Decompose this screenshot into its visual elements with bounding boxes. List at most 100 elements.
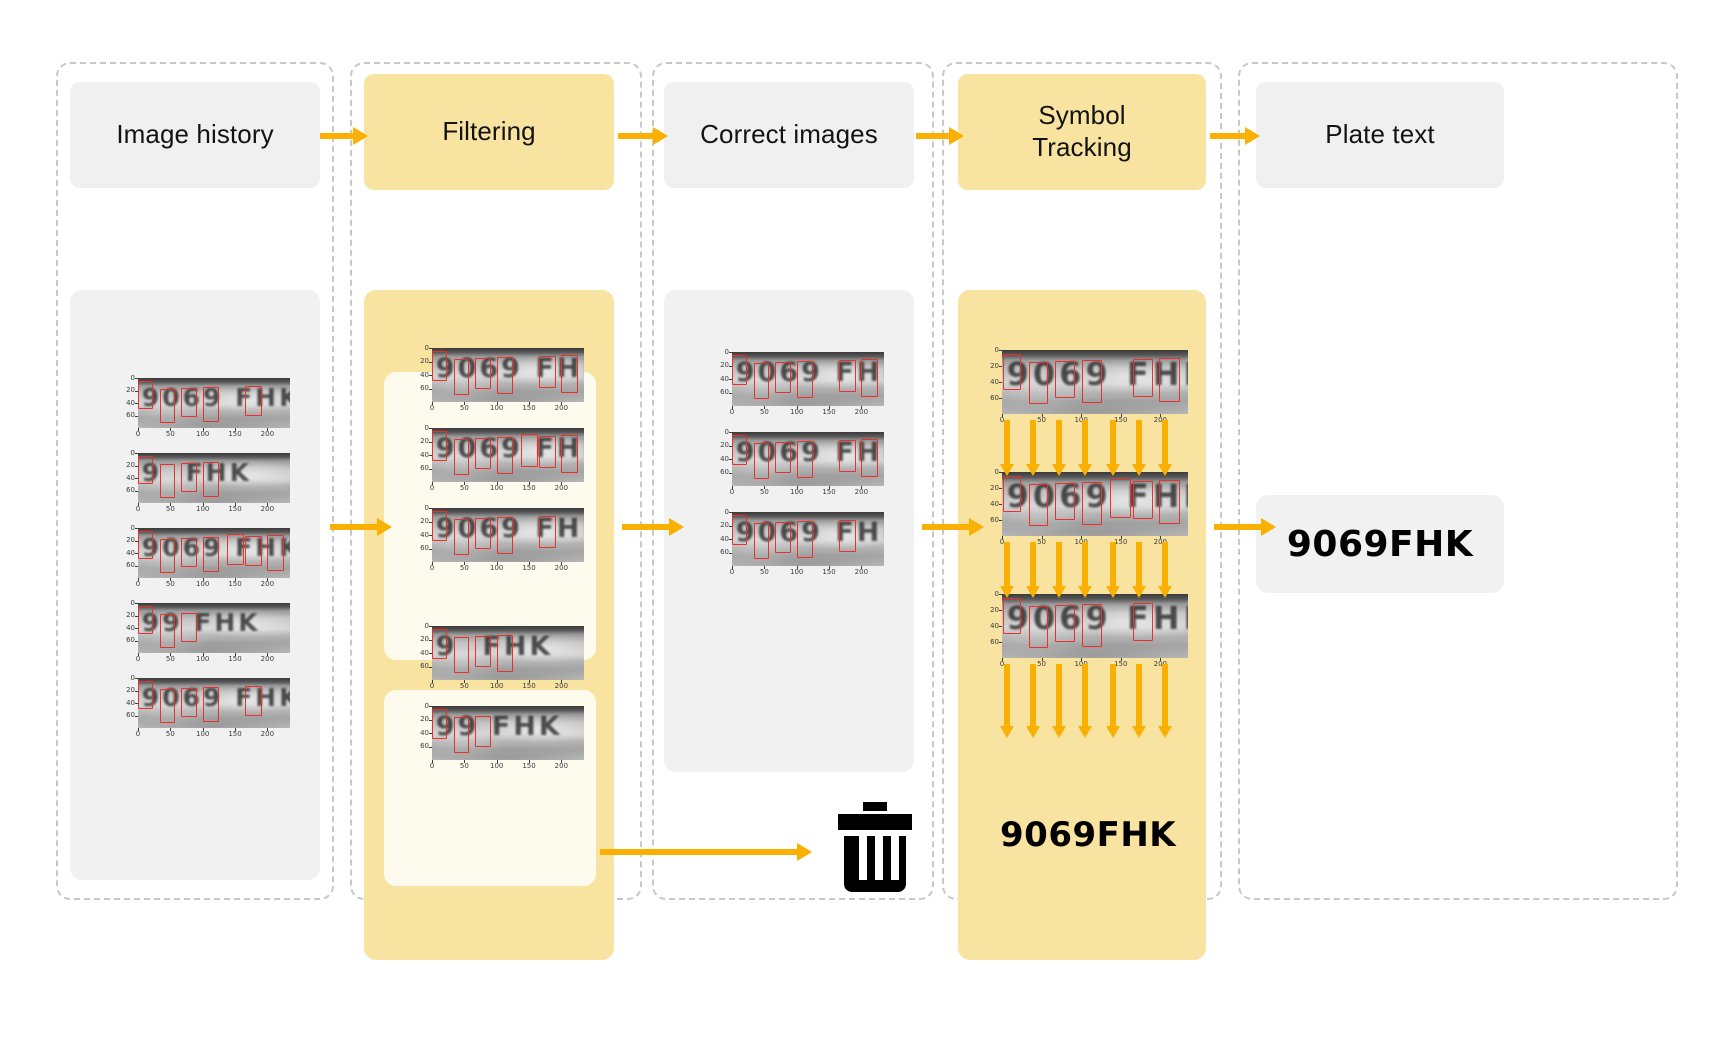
plate-image: 99 FHK [432,706,584,760]
x-tick [561,760,563,763]
arrow-shaft [1110,542,1116,587]
y-tick [429,508,432,509]
arrow-head [1052,464,1066,476]
y-tick [729,472,732,474]
x-tick-label: 200 [854,568,869,576]
plate-image: 9069 FHK [432,348,584,402]
symbol-track-arrow-1-5 [1106,420,1120,476]
y-tick-label: 40 [126,473,135,482]
x-tick [1081,658,1083,661]
plate-image: 9069 FHK [1002,472,1188,536]
arrow-head [1000,726,1014,738]
symbol-track-arrow-3-4 [1078,664,1092,738]
arrow-head [1026,586,1040,598]
y-tick [429,468,432,470]
y-tick-label: 60 [420,464,429,472]
connector-rejected-to-trash [600,843,818,861]
stage-header-symbol-tracking[interactable]: Symbol Tracking [958,74,1206,190]
x-tick-label: 200 [854,408,869,416]
x-tick [764,566,766,569]
y-tick [729,512,732,513]
plate-image: 9069 FHK [1002,594,1188,658]
symbol-track-arrow-1-3 [1052,420,1066,476]
arrow-head [1078,586,1092,598]
plate-image: 9069 FHK [732,432,884,486]
y-tick [999,504,1002,505]
arrow-shaft [1110,664,1116,727]
y-tick [729,392,732,394]
x-axis: 0 50 100 150 200 [135,428,290,442]
x-tick-label: 150 [522,762,536,770]
x-tick [1160,536,1162,539]
x-tick [138,653,139,656]
x-tick-label: 200 [554,682,569,690]
y-tick-label: 40 [420,530,429,539]
x-tick-label: 0 [135,730,141,738]
arrow-head [1026,726,1040,738]
plate-text-result: 9069FHK [1286,523,1474,565]
x-tick-label: 50 [165,730,175,738]
y-axis: 0 20 40 60 [406,344,432,402]
plate-characters: 99 FHK [141,607,261,637]
plate-characters: 9069 FHK [735,517,884,548]
x-tick-label: 50 [459,484,469,492]
x-tick-label: 100 [489,682,504,690]
x-tick-label: 0 [135,430,141,438]
y-tick-label: 20 [420,357,429,365]
symbol-track-arrow-2-5 [1106,542,1120,598]
y-tick-label: 40 [990,621,999,630]
y-axis: 0 20 40 60 [406,424,432,482]
x-tick-label: 200 [554,564,569,572]
arrow-head [1106,726,1120,738]
connector-correct-images-to-symbol-tracking [916,127,964,145]
symbol-track-arrow-2-1 [1000,542,1014,598]
plate-characters: 9069 FHK [1006,477,1188,516]
connector-body-filtering-to-correct [622,518,684,536]
symbol-tracking-plate-2: 9069 FHK0204060050100150200 [976,468,1188,550]
x-tick [432,402,433,405]
x-tick-label: 200 [554,404,569,412]
x-tick [235,653,237,656]
y-tick [429,626,432,627]
plate-text-result-box: 9069FHK [1256,495,1504,593]
x-tick [861,566,863,569]
arrow-shaft [1136,420,1142,465]
x-axis: 0 50 100 150 200 [730,566,884,580]
plate-characters: 9069 FHK [735,437,884,468]
y-tick [999,398,1002,399]
connector-symbol-tracking-to-plate-text [1210,127,1260,145]
y-tick [135,678,138,679]
connector-body-correct-to-tracking [922,518,984,536]
symbol-track-arrow-2-2 [1026,542,1040,598]
y-tick-label: 60 [420,384,429,392]
stage-header-correct-images[interactable]: Correct images [664,82,914,188]
trash-icon[interactable] [830,800,920,896]
symbol-track-arrow-3-7 [1158,664,1172,738]
x-tick [267,578,269,581]
x-axis: 0 50 100 150 200 [430,760,584,774]
y-tick [135,540,138,542]
x-tick [202,428,204,431]
y-tick-label: 20 [420,517,429,525]
x-tick [235,728,237,731]
x-tick-label: 100 [789,568,804,576]
y-tick [729,352,732,353]
y-tick-label: 60 [420,742,429,750]
x-tick [861,486,863,489]
y-tick [429,548,432,550]
y-axis: 0 20 40 60 [406,702,432,760]
x-tick [561,562,563,565]
x-tick [732,486,733,489]
x-tick-label: 150 [522,682,536,690]
stage-header-filtering[interactable]: Filtering [364,74,614,190]
y-tick-label: 40 [990,499,999,508]
stage-header-plate-text[interactable]: Plate text [1256,82,1504,188]
arrow-head [1052,726,1066,738]
x-tick-label: 0 [729,488,735,496]
stage-header-image-history[interactable]: Image history [70,82,320,188]
x-tick [764,486,766,489]
x-tick-label: 100 [195,730,210,738]
arrow-shaft [1082,664,1088,727]
y-tick [429,535,432,536]
x-tick [170,578,172,581]
